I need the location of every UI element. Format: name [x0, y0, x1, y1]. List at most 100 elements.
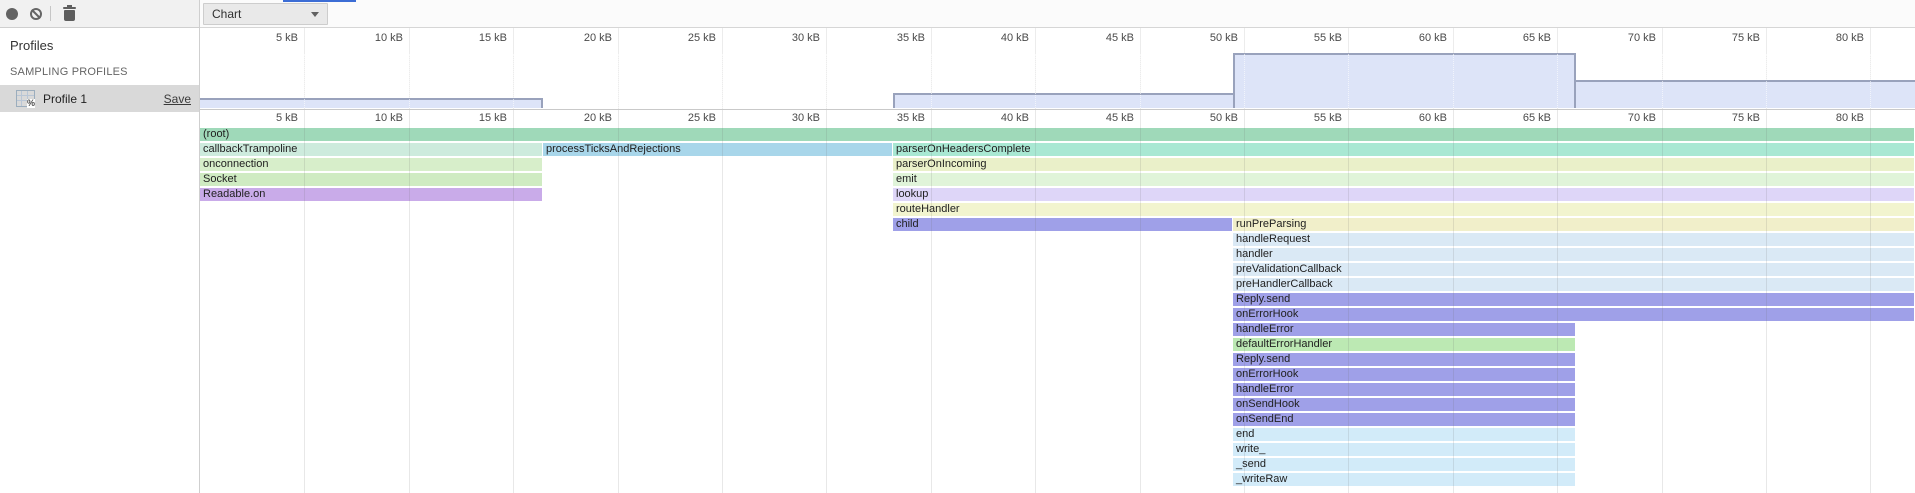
flame-bar[interactable]: routeHandler — [893, 203, 1914, 216]
overview-dotted-gridline — [1035, 54, 1036, 108]
profiles-toolbar — [0, 0, 200, 28]
toolbar-divider — [50, 6, 51, 21]
ruler-tick-label: 45 kB — [1076, 112, 1134, 125]
ruler-tick-label: 25 kB — [658, 112, 716, 125]
flame-bar[interactable]: callbackTrampoline — [200, 143, 542, 156]
overview-tick-label: 70 kB — [1598, 32, 1656, 45]
overview-tick-label: 60 kB — [1389, 32, 1447, 45]
flame-bar[interactable]: handler — [1233, 248, 1914, 261]
sidebar-title: Profiles — [0, 28, 199, 53]
flame-bar[interactable]: _send — [1233, 458, 1575, 471]
overview-tick-label: 25 kB — [658, 32, 716, 45]
profiles-sidebar: Profiles SAMPLING PROFILES % Profile 1 S… — [0, 28, 200, 493]
flame-rows: (root) callbackTrampolineprocessTicksAndR… — [200, 127, 1915, 493]
clear-icon — [30, 8, 42, 20]
flame-gridline — [304, 110, 305, 493]
ruler-tick-label: 30 kB — [762, 112, 820, 125]
flame-bar[interactable]: onErrorHook — [1233, 368, 1575, 381]
overview-dotted-gridline — [1140, 54, 1141, 108]
flame-gridline — [1766, 110, 1767, 493]
size-ruler: 5 kB10 kB15 kB20 kB25 kB30 kB35 kB40 kB4… — [200, 110, 1915, 127]
record-icon — [6, 8, 18, 20]
flame-bar[interactable]: write_ — [1233, 443, 1575, 456]
ruler-tick-label: 40 kB — [971, 112, 1029, 125]
ruler-tick-label: 80 kB — [1806, 112, 1864, 125]
memory-profiler-panel: Chart Profiles SAMPLING PROFILES % Profi… — [0, 0, 1915, 493]
overview-tick-label: 20 kB — [554, 32, 612, 45]
ruler-tick-label: 75 kB — [1702, 112, 1760, 125]
ruler-tick-label: 55 kB — [1284, 112, 1342, 125]
flame-bar[interactable]: _writeRaw — [1233, 473, 1575, 486]
overview-dotted-gridline — [513, 54, 514, 108]
flame-gridline — [1244, 110, 1245, 493]
overview-dotted-gridline — [304, 54, 305, 108]
sampling-profile-icon: % — [16, 90, 35, 107]
flame-gridline — [931, 110, 932, 493]
flame-bar[interactable]: child — [893, 218, 1232, 231]
flame-bar[interactable]: handleError — [1233, 383, 1575, 396]
flame-bar[interactable]: onSendHook — [1233, 398, 1575, 411]
flame-bar[interactable]: defaultErrorHandler — [1233, 338, 1575, 351]
flame-gridline — [1035, 110, 1036, 493]
toolbar: Chart — [0, 0, 1915, 28]
flame-bar[interactable]: parserOnHeadersComplete — [893, 143, 1914, 156]
allocation-chart-pane: 5 kB10 kB15 kB20 kB25 kB30 kB35 kB40 kB4… — [200, 28, 1915, 493]
overview-dotted-gridline — [826, 54, 827, 108]
overview-tick-label: 80 kB — [1806, 32, 1864, 45]
flame-gridline — [722, 110, 723, 493]
flame-gridline — [1140, 110, 1141, 493]
flame-bar[interactable]: runPreParsing — [1233, 218, 1914, 231]
overview-dotted-gridline — [931, 54, 932, 108]
profile-item-profile-1[interactable]: % Profile 1 Save — [0, 85, 199, 112]
overview-tick-label: 5 kB — [240, 32, 298, 45]
overview-tick-label: 30 kB — [762, 32, 820, 45]
flame-gridline — [513, 110, 514, 493]
flame-gridline — [1662, 110, 1663, 493]
ruler-tick-label: 20 kB — [554, 112, 612, 125]
flame-bar[interactable]: handleError — [1233, 323, 1575, 336]
sampling-profiles-section-header: SAMPLING PROFILES — [0, 53, 199, 85]
view-mode-select[interactable]: Chart — [203, 3, 328, 25]
overview-tick-label: 50 kB — [1180, 32, 1238, 45]
flame-gridline — [618, 110, 619, 493]
overview-dotted-gridline — [1766, 54, 1767, 108]
clear-all-profiles-button[interactable] — [24, 2, 48, 26]
overview-timeline[interactable]: 5 kB10 kB15 kB20 kB25 kB30 kB35 kB40 kB4… — [200, 28, 1915, 110]
overview-dotted-gridline — [618, 54, 619, 108]
overview-tick-label: 75 kB — [1702, 32, 1760, 45]
record-heap-profile-button[interactable] — [0, 2, 24, 26]
flame-gridline — [1557, 110, 1558, 493]
flame-bar[interactable]: onErrorHook — [1233, 308, 1914, 321]
flame-bar[interactable]: processTicksAndRejections — [543, 143, 892, 156]
delete-profile-button[interactable] — [57, 2, 81, 26]
ruler-tick-label: 50 kB — [1180, 112, 1238, 125]
flame-bar[interactable]: emit — [893, 173, 1914, 186]
flame-bar[interactable]: onconnection — [200, 158, 542, 171]
ruler-tick-label: 15 kB — [449, 112, 507, 125]
flame-bar[interactable]: Readable.on — [200, 188, 542, 201]
flame-bar[interactable]: preHandlerCallback — [1233, 278, 1914, 291]
flame-bar[interactable]: handleRequest — [1233, 233, 1914, 246]
overview-area-step — [1233, 53, 1576, 108]
flame-bar[interactable]: end — [1233, 428, 1575, 441]
overview-tick-label: 45 kB — [1076, 32, 1134, 45]
flame-bar[interactable]: parserOnIncoming — [893, 158, 1914, 171]
flame-bar[interactable]: onSendEnd — [1233, 413, 1575, 426]
flame-gridline — [1870, 110, 1871, 493]
flame-bar[interactable]: lookup — [893, 188, 1914, 201]
trash-icon — [64, 10, 75, 21]
ruler-tick-label: 70 kB — [1598, 112, 1656, 125]
flame-bar[interactable]: Reply.send — [1233, 353, 1575, 366]
flame-bar[interactable]: Socket — [200, 173, 542, 186]
flame-bar[interactable]: preValidationCallback — [1233, 263, 1914, 276]
overview-dotted-gridline — [409, 54, 410, 108]
flame-bar[interactable]: Reply.send — [1233, 293, 1914, 306]
chart-toolbar: Chart — [200, 0, 1915, 28]
flame-gridline — [409, 110, 410, 493]
save-profile-link[interactable]: Save — [164, 92, 191, 106]
flame-bar[interactable]: (root) — [200, 128, 1914, 141]
flame-gridline — [1348, 110, 1349, 493]
overview-tick-label: 10 kB — [345, 32, 403, 45]
overview-dotted-gridline — [1244, 54, 1245, 108]
overview-area-step — [1576, 80, 1915, 108]
